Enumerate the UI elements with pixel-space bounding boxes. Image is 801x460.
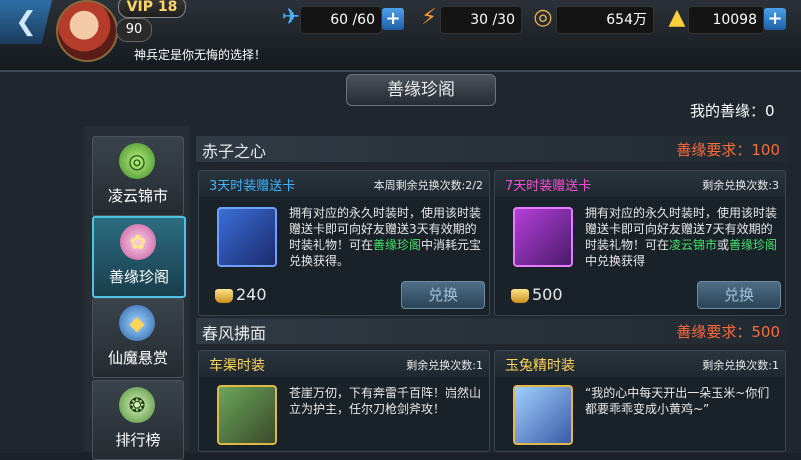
coins-value: 654万 (606, 12, 647, 28)
price-value: 240 (236, 285, 267, 304)
price-value: 500 (532, 285, 563, 304)
card-item-name: 玉兔精时装 (505, 358, 575, 374)
section-header: 春风拂面 善缘要求：500 (196, 318, 788, 344)
section-header: 赤子之心 善缘要求：100 (196, 136, 788, 162)
add-gold-button[interactable]: + (764, 8, 786, 30)
exchange-card: 3天时装赠送卡 本周剩余兑换次数:2/2 拥有对应的永久时装时，使用该时装赠送卡… (198, 170, 490, 316)
gold-ingot-icon (215, 288, 233, 303)
card-remaining-count: 本周剩余兑换次数:2/2 (373, 179, 483, 192)
tab-lingyun-market[interactable]: ◎ 凌云锦市 (92, 136, 184, 216)
card-description: “我的心中每天开出一朵玉米~你们都要乖乖变成小黄鸡~” (585, 386, 770, 416)
lotus-icon: ✿ (120, 224, 156, 260)
gold-ingot-icon (511, 288, 529, 303)
marquee-text: 神兵定是你无悔的选择！ (134, 48, 267, 62)
exchange-card: 车渠时装 剩余兑换次数:1 苍崖万仞，下有奔雷千百阵！岿然山立为护主，任尔刀枪剑… (198, 350, 490, 452)
stamina-value: 60 /60 (330, 12, 375, 28)
coins-bar: 654万 (556, 6, 654, 34)
avatar[interactable] (56, 0, 118, 62)
card-remaining-count: 剩余兑换次数:3 (702, 179, 779, 192)
energy-bar: 30 /30 (440, 6, 522, 34)
tab-label: 排行榜 (115, 431, 161, 449)
price: 240 (215, 285, 267, 309)
section-title: 春风拂面 (202, 324, 267, 343)
stamina-bar: 60 /60 (300, 6, 382, 34)
energy-value: 30 /30 (470, 12, 515, 28)
exchange-card: 玉兔精时装 剩余兑换次数:1 “我的心中每天开出一朵玉米~你们都要乖乖变成小黄鸡… (494, 350, 786, 452)
section-requirement: 善缘要求：100 (676, 141, 780, 159)
ranking-medal-icon: ❂ (119, 387, 155, 423)
exchange-button[interactable]: 兑换 (401, 281, 485, 309)
card-item-name: 7天时装赠送卡 (505, 179, 592, 194)
price: 500 (511, 285, 563, 309)
panel-title: 善缘珍阁 (346, 74, 496, 106)
player-level: 90 (116, 18, 152, 42)
jade-coin-icon: ◎ (119, 143, 155, 179)
gold-bar: 10098 (688, 6, 764, 34)
exchange-card: 7天时装赠送卡 剩余兑换次数:3 拥有对应的永久时装时，使用该时装赠送卡即可向好… (494, 170, 786, 316)
card-remaining-count: 剩余兑换次数:1 (702, 359, 779, 372)
tab-bounty[interactable]: ◆ 仙魔悬赏 (92, 298, 184, 378)
gold-value: 10098 (712, 12, 757, 28)
tab-ranking[interactable]: ❂ 排行榜 (92, 380, 184, 460)
tab-label: 善缘珍阁 (108, 268, 169, 286)
card-item-name: 3天时装赠送卡 (209, 179, 296, 194)
exchange-button[interactable]: 兑换 (697, 281, 781, 309)
tab-label: 凌云锦市 (107, 187, 168, 205)
section-requirement: 善缘要求：500 (676, 323, 780, 341)
card-item-name: 车渠时装 (209, 358, 265, 374)
vip-badge[interactable]: VIP 18 (118, 0, 186, 18)
fashion-card-purple-icon[interactable] (513, 207, 573, 267)
tab-karma-pavilion[interactable]: ✿ 善缘珍阁 (92, 216, 186, 298)
fashion-card-blue-icon[interactable] (217, 207, 277, 267)
chequ-costume-icon[interactable] (217, 385, 277, 445)
my-karma-count: 我的善缘：0 (690, 102, 775, 120)
tab-label: 仙魔悬赏 (107, 349, 168, 367)
bounty-crest-icon: ◆ (119, 305, 155, 341)
coin-icon: ◎ (533, 5, 553, 30)
section-title: 赤子之心 (202, 142, 267, 161)
card-description: 拥有对应的永久时装时，使用该时装赠送卡即可向好友赠送3天有效期的时装礼物！可在善… (289, 206, 482, 268)
card-description: 拥有对应的永久时装时，使用该时装赠送卡即可向好友赠送7天有效期的时装礼物！可在凌… (585, 206, 778, 268)
jade-rabbit-costume-icon[interactable] (513, 385, 573, 445)
card-description: 苍崖万仞，下有奔雷千百阵！岿然山立为护主，任尔刀枪剑斧攻！ (289, 386, 482, 416)
add-stamina-button[interactable]: + (382, 8, 404, 30)
card-remaining-count: 剩余兑换次数:1 (406, 359, 483, 372)
